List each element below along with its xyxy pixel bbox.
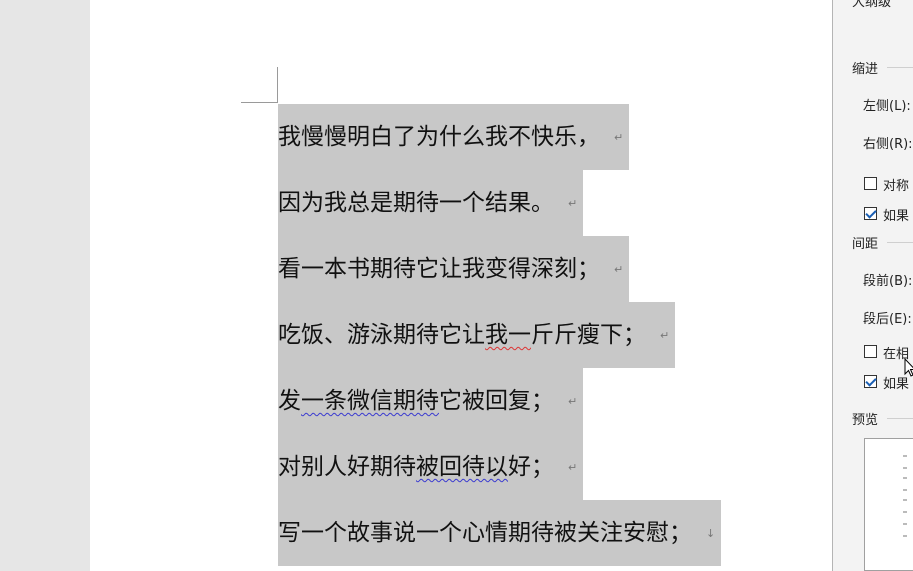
paragraph-mark-icon: ↵	[660, 328, 670, 342]
section-divider	[887, 67, 913, 68]
preview-line	[903, 467, 907, 469]
spellcheck-squiggle[interactable]: 我一	[485, 322, 531, 348]
grammar-squiggle[interactable]: 被回待以	[416, 454, 508, 480]
text-line-1[interactable]: 我慢慢明白了为什么我不快乐， ↵	[278, 104, 630, 170]
paragraph-mark-icon: ↵	[614, 262, 624, 276]
line-text: 好；	[508, 454, 554, 480]
same-style-spacing-checkbox[interactable]	[864, 345, 877, 358]
text-line-3[interactable]: 看一本书期待它让我变得深刻； ↵	[278, 236, 630, 302]
margin-corner-mark	[277, 67, 278, 103]
line-text: 它被回复；	[439, 388, 554, 414]
line-text: 我慢慢明白了为什么我不快乐，	[278, 124, 600, 150]
text-line-6[interactable]: 对别人好期待被回待以好； ↵	[278, 434, 584, 500]
right-indent-label: 右侧(R):	[863, 137, 913, 152]
paragraph-dialog: 大纲级 缩进 左侧(L): 右侧(R): 对称 如果 间距 段前(B): 段后(…	[832, 0, 913, 571]
left-indent-label: 左侧(L):	[863, 99, 911, 114]
preview-line	[903, 455, 907, 457]
snap-grid-label: 如果	[883, 209, 910, 224]
preview-line	[903, 523, 907, 525]
paragraph-mark-icon: ↵	[568, 394, 578, 408]
preview-line	[903, 535, 907, 537]
preview-line	[903, 477, 907, 479]
line-text: 斤斤瘦下；	[531, 322, 646, 348]
snap-grid-checkbox-2[interactable]	[864, 375, 877, 388]
line-text: 因为我总是期待一个结果。	[278, 190, 554, 216]
outline-level-label: 大纲级	[852, 0, 892, 10]
line-text: 发	[278, 388, 301, 414]
mouse-pointer-icon	[904, 358, 913, 377]
text-line-2[interactable]: 因为我总是期待一个结果。 ↵	[278, 170, 584, 236]
preview-line	[903, 499, 907, 501]
margin-corner-mark	[241, 102, 278, 103]
paragraph-mark-icon: ↵	[614, 130, 624, 144]
paragraph-preview-box	[864, 438, 913, 571]
line-text: 看一本书期待它让我变得深刻；	[278, 256, 600, 282]
text-line-7[interactable]: 写一个故事说一个心情期待被关注安慰； ↓	[278, 500, 722, 566]
space-after-label: 段后(E):	[863, 312, 912, 327]
grammar-squiggle[interactable]: 一条微信期待	[301, 388, 439, 414]
section-divider	[887, 418, 913, 419]
line-text: 写一个故事说一个心情期待被关注安慰；	[278, 520, 692, 546]
paragraph-mark-icon: ↵	[568, 460, 578, 474]
mirror-indent-label: 对称	[883, 179, 910, 194]
preview-line	[903, 489, 907, 491]
snap-grid-checkbox[interactable]	[864, 207, 877, 220]
preview-section-title: 预览	[852, 413, 879, 428]
paragraph-mark-icon: ↵	[568, 196, 578, 210]
line-break-icon: ↓	[706, 526, 716, 540]
space-before-label: 段前(B):	[863, 274, 913, 289]
text-line-4[interactable]: 吃饭、游泳期待它让我一斤斤瘦下； ↵	[278, 302, 676, 368]
indent-section-title: 缩进	[852, 62, 879, 77]
line-text: 吃饭、游泳期待它让	[278, 322, 485, 348]
line-text: 对别人好期待	[278, 454, 416, 480]
text-line-5[interactable]: 发一条微信期待它被回复； ↵	[278, 368, 584, 434]
section-divider	[887, 242, 913, 243]
mirror-indent-checkbox[interactable]	[864, 177, 877, 190]
preview-line	[903, 511, 907, 513]
spacing-section-title: 间距	[852, 237, 879, 252]
